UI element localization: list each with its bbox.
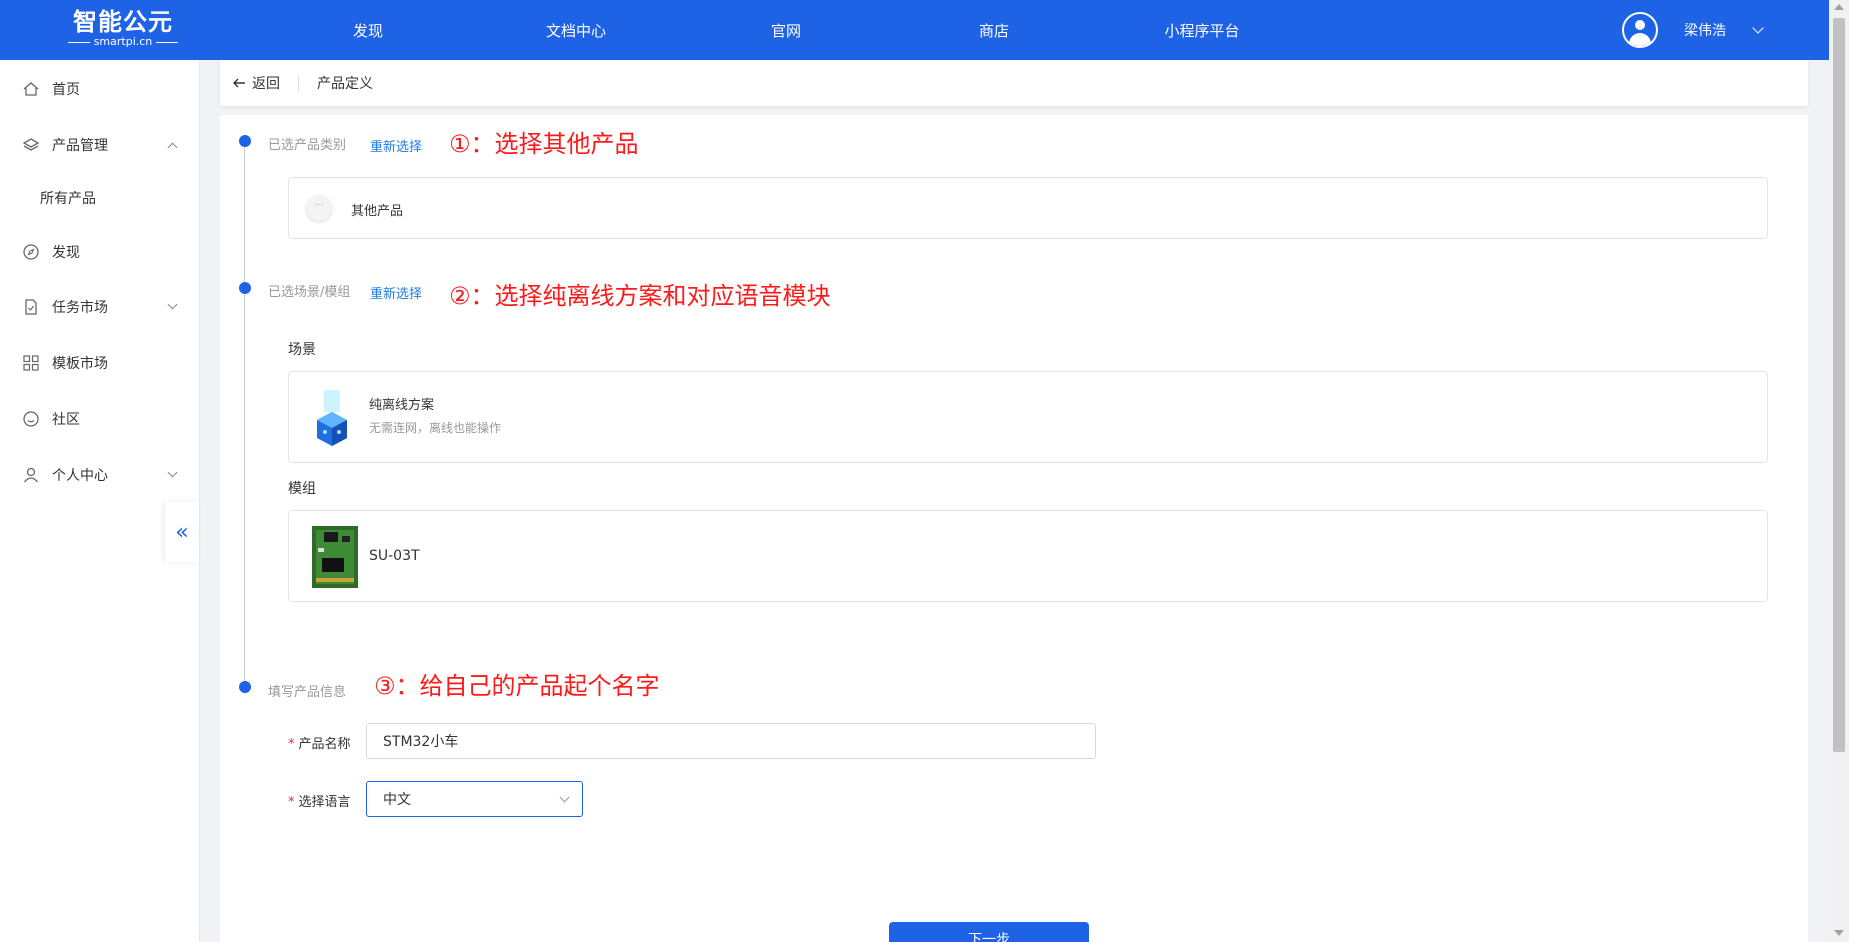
back-button[interactable]: 返回 — [232, 73, 280, 93]
timeline-line — [244, 140, 245, 688]
chevron-down-icon[interactable] — [1752, 22, 1764, 34]
logo[interactable]: 智能公元 smartpi.cn — [68, 8, 178, 48]
compass-icon — [23, 244, 39, 260]
back-label: 返回 — [252, 76, 280, 92]
sidebar-item-product-management[interactable]: 产品管理 — [0, 125, 200, 165]
user-name: 梁伟浩 — [1684, 23, 1726, 39]
required-mark: * — [288, 795, 295, 810]
user-menu[interactable]: 梁伟浩 — [1622, 12, 1764, 48]
selected-product-card: ··· 其他产品 — [288, 177, 1768, 239]
product-name-label-text: 产品名称 — [298, 737, 351, 752]
offline-cube-icon — [317, 390, 347, 446]
nav-miniprogram[interactable]: 小程序平台 — [1152, 0, 1252, 60]
step1-reselect-link[interactable]: 重新选择 — [370, 136, 422, 155]
nav-discover[interactable]: 发现 — [318, 0, 418, 60]
module-board-image — [312, 526, 358, 588]
sidebar-item-label: 产品管理 — [52, 138, 108, 154]
sidebar-item-label: 首页 — [52, 82, 80, 98]
scroll-thumb[interactable] — [1833, 18, 1845, 752]
annotation-step1: ①：选择其他产品 — [449, 130, 639, 158]
product-name-value: STM32小车 — [383, 734, 459, 750]
logo-brand: 智能公元 — [73, 8, 173, 36]
language-label-text: 选择语言 — [298, 795, 351, 810]
scene-card: 纯离线方案 无需连网，离线也能操作 — [288, 371, 1768, 463]
sidebar-item-label: 所有产品 — [40, 191, 96, 207]
product-name: 其他产品 — [351, 204, 404, 219]
sidebar-item-label: 发现 — [52, 245, 80, 261]
annotation-step3: ③：给自己的产品起个名字 — [374, 672, 660, 700]
step2-reselect-link[interactable]: 重新选择 — [370, 283, 422, 302]
step2-label: 已选场景/模组 — [268, 285, 351, 300]
sidebar-item-task-market[interactable]: 任务市场 — [0, 287, 200, 327]
chevron-down-icon — [559, 792, 570, 803]
task-icon — [25, 299, 37, 315]
sidebar-item-label: 个人中心 — [52, 468, 108, 484]
nav-store[interactable]: 商店 — [944, 0, 1044, 60]
avatar[interactable] — [1622, 12, 1658, 48]
sidebar-item-personal-center[interactable]: 个人中心 — [0, 455, 200, 495]
sidebar-item-all-products[interactable]: 所有产品 — [0, 178, 200, 218]
nav-docs[interactable]: 文档中心 — [526, 0, 626, 60]
language-label: * 选择语言 — [288, 791, 351, 810]
module-section-title: 模组 — [288, 481, 316, 497]
chevron-up-icon — [167, 142, 178, 153]
logo-sub: smartpi.cn — [93, 35, 153, 48]
product-name-label: * 产品名称 — [288, 733, 351, 752]
step-dot — [239, 135, 251, 147]
step3-label: 填写产品信息 — [268, 685, 347, 700]
user-icon — [23, 467, 39, 483]
sidebar-collapse-button[interactable]: « — [165, 502, 199, 562]
divider — [298, 75, 299, 91]
nav-official-site[interactable]: 官网 — [736, 0, 836, 60]
sidebar-item-home[interactable]: 首页 — [0, 69, 200, 109]
annotation-step2: ②：选择纯离线方案和对应语音模块 — [449, 282, 831, 310]
sidebar-item-template-market[interactable]: 模板市场 — [0, 343, 200, 383]
chevron-down-icon — [167, 467, 178, 478]
arrow-left-icon — [233, 78, 245, 88]
sidebar: 首页 产品管理 所有产品 发现 任务市场 模板市场 社区 个人中心 — [0, 60, 200, 942]
step-dot — [239, 681, 251, 693]
scrollbar[interactable] — [1829, 0, 1849, 942]
step1-label: 已选产品类别 — [268, 138, 347, 153]
other-product-icon: ··· — [306, 195, 332, 221]
page-title: 产品定义 — [317, 76, 373, 92]
scene-desc: 无需连网，离线也能操作 — [369, 421, 502, 435]
sidebar-item-label: 模板市场 — [52, 356, 108, 372]
double-chevron-left-icon: « — [175, 519, 189, 545]
smile-icon — [23, 411, 39, 427]
sidebar-item-discover[interactable]: 发现 — [0, 232, 200, 272]
scroll-up-icon[interactable] — [1834, 4, 1844, 10]
scene-name: 纯离线方案 — [369, 398, 435, 413]
scene-section-title: 场景 — [288, 342, 316, 358]
chevron-down-icon — [167, 299, 178, 310]
layers-icon — [22, 138, 40, 151]
required-mark: * — [288, 737, 295, 752]
scroll-down-icon[interactable] — [1834, 930, 1844, 936]
home-icon — [23, 82, 39, 96]
top-header: 智能公元 smartpi.cn 发现 文档中心 官网 商店 小程序平台 梁伟浩 — [0, 0, 1849, 60]
step-dot — [239, 282, 251, 294]
grid-icon — [23, 355, 39, 371]
sidebar-item-community[interactable]: 社区 — [0, 399, 200, 439]
breadcrumb: 返回 产品定义 — [220, 60, 1808, 106]
sidebar-item-label: 社区 — [52, 412, 80, 428]
sidebar-item-label: 任务市场 — [52, 300, 108, 316]
language-value: 中文 — [383, 792, 411, 808]
language-select[interactable]: 中文 — [366, 781, 583, 817]
product-name-input[interactable]: STM32小车 — [366, 723, 1096, 759]
module-card: SU-03T — [288, 510, 1768, 602]
next-step-button[interactable]: 下一步 — [889, 922, 1089, 942]
module-name: SU-03T — [369, 548, 420, 564]
